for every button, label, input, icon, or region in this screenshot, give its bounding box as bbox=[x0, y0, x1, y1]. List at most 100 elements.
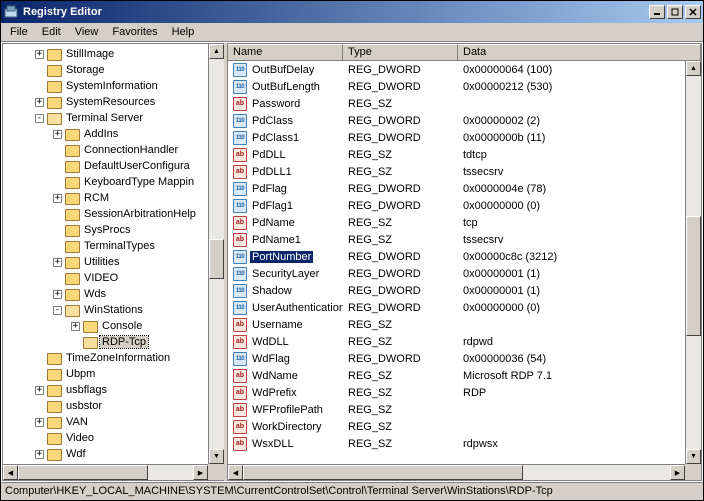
list-row[interactable]: WdNameREG_SZMicrosoft RDP 7.1 bbox=[228, 367, 701, 384]
tree-node[interactable]: Video bbox=[5, 430, 222, 446]
scroll-right-icon[interactable]: ▶ bbox=[193, 465, 208, 480]
tree-node[interactable]: SystemInformation bbox=[5, 78, 222, 94]
list-row[interactable]: OutBufDelayREG_DWORD0x00000064 (100) bbox=[228, 61, 701, 78]
expand-toggle-icon[interactable]: + bbox=[35, 386, 44, 395]
list-row[interactable]: WdDLLREG_SZrdpwd bbox=[228, 333, 701, 350]
tree-node[interactable]: Ubpm bbox=[5, 366, 222, 382]
key-tree[interactable]: +StillImage Storage SystemInformation+Syst… bbox=[2, 43, 224, 481]
list-row[interactable]: WdPrefixREG_SZRDP bbox=[228, 384, 701, 401]
column-header-data[interactable]: Data bbox=[458, 44, 701, 60]
tree-node[interactable]: +usbflags bbox=[5, 382, 222, 398]
list-row[interactable]: WorkDirectoryREG_SZ bbox=[228, 418, 701, 435]
value-data: 0x00000212 (530) bbox=[458, 81, 701, 93]
value-data: RDP bbox=[458, 387, 701, 399]
expand-toggle-icon[interactable]: + bbox=[35, 98, 44, 107]
value-type: REG_SZ bbox=[343, 149, 458, 161]
list-row[interactable]: PdClass1REG_DWORD0x0000000b (11) bbox=[228, 129, 701, 146]
list-row[interactable]: OutBufLengthREG_DWORD0x00000212 (530) bbox=[228, 78, 701, 95]
expand-toggle-icon[interactable]: + bbox=[35, 50, 44, 59]
menu-file[interactable]: File bbox=[3, 24, 35, 40]
tree-label: VAN bbox=[64, 416, 90, 428]
tree-node[interactable]: +Wds bbox=[5, 286, 222, 302]
list-row[interactable]: WdFlagREG_DWORD0x00000036 (54) bbox=[228, 350, 701, 367]
column-header-type[interactable]: Type bbox=[343, 44, 458, 60]
list-row[interactable]: WFProfilePathREG_SZ bbox=[228, 401, 701, 418]
value-name: Username bbox=[250, 319, 305, 331]
tree-node[interactable]: Storage bbox=[5, 62, 222, 78]
menu-favorites[interactable]: Favorites bbox=[105, 24, 164, 40]
expand-toggle-icon[interactable]: + bbox=[71, 322, 80, 331]
tree-node[interactable]: +Wdf bbox=[5, 446, 222, 462]
tree-node[interactable]: ConnectionHandler bbox=[5, 142, 222, 158]
tree-node[interactable]: SysProcs bbox=[5, 222, 222, 238]
list-row[interactable]: PdNameREG_SZtcp bbox=[228, 214, 701, 231]
list-row[interactable]: PasswordREG_SZ bbox=[228, 95, 701, 112]
tree-vertical-scrollbar[interactable]: ▲ ▼ bbox=[208, 44, 224, 464]
value-type: REG_SZ bbox=[343, 166, 458, 178]
list-row[interactable]: UsernameREG_SZ bbox=[228, 316, 701, 333]
value-data: 0x00000036 (54) bbox=[458, 353, 701, 365]
scroll-down-icon[interactable]: ▼ bbox=[209, 449, 224, 464]
tree-label: Storage bbox=[64, 64, 107, 76]
close-button[interactable] bbox=[685, 5, 701, 19]
menu-help[interactable]: Help bbox=[165, 24, 202, 40]
scroll-left-icon[interactable]: ◀ bbox=[228, 465, 243, 480]
expand-toggle-icon[interactable]: + bbox=[35, 418, 44, 427]
list-row[interactable]: ShadowREG_DWORD0x00000001 (1) bbox=[228, 282, 701, 299]
menu-view[interactable]: View bbox=[68, 24, 106, 40]
menu-edit[interactable]: Edit bbox=[35, 24, 68, 40]
list-row[interactable]: WsxDLLREG_SZrdpwsx bbox=[228, 435, 701, 452]
tree-label: KeyboardType Mappin bbox=[82, 176, 196, 188]
expand-toggle-icon[interactable]: + bbox=[53, 194, 62, 203]
maximize-button[interactable] bbox=[667, 5, 683, 19]
expand-toggle-icon[interactable]: + bbox=[53, 130, 62, 139]
list-row[interactable]: PdClassREG_DWORD0x00000002 (2) bbox=[228, 112, 701, 129]
tree-node[interactable]: SessionArbitrationHelp bbox=[5, 206, 222, 222]
list-row[interactable]: PdName1REG_SZtssecsrv bbox=[228, 231, 701, 248]
tree-node[interactable]: TimeZoneInformation bbox=[5, 350, 222, 366]
value-type: REG_SZ bbox=[343, 217, 458, 229]
list-row[interactable]: SecurityLayerREG_DWORD0x00000001 (1) bbox=[228, 265, 701, 282]
expand-toggle-icon[interactable]: + bbox=[53, 290, 62, 299]
list-row[interactable]: PdDLLREG_SZtdtcp bbox=[228, 146, 701, 163]
list-row[interactable]: PdFlag1REG_DWORD0x00000000 (0) bbox=[228, 197, 701, 214]
expand-toggle-icon[interactable]: - bbox=[53, 306, 62, 315]
value-name: WdFlag bbox=[250, 353, 292, 365]
tree-node[interactable]: +RCM bbox=[5, 190, 222, 206]
scroll-left-icon[interactable]: ◀ bbox=[3, 465, 18, 480]
tree-node[interactable]: -WinStations bbox=[5, 302, 222, 318]
tree-label: TerminalTypes bbox=[82, 240, 157, 252]
list-vertical-scrollbar[interactable]: ▲ ▼ bbox=[685, 61, 701, 464]
tree-node[interactable]: +Console bbox=[5, 318, 222, 334]
list-row[interactable]: PortNumberREG_DWORD0x00000c8c (3212) bbox=[228, 248, 701, 265]
tree-node[interactable]: + VAN bbox=[5, 414, 222, 430]
expand-toggle-icon[interactable]: - bbox=[35, 114, 44, 123]
tree-node[interactable]: KeyboardType Mappin bbox=[5, 174, 222, 190]
tree-node[interactable]: +SystemResources bbox=[5, 94, 222, 110]
tree-node[interactable]: -Terminal Server bbox=[5, 110, 222, 126]
expand-toggle-icon[interactable]: + bbox=[35, 450, 44, 459]
tree-node[interactable]: +Utilities bbox=[5, 254, 222, 270]
value-list[interactable]: Name Type Data OutBufDelayREG_DWORD0x000… bbox=[227, 43, 702, 481]
list-horizontal-scrollbar[interactable]: ◀ ▶ bbox=[228, 464, 685, 480]
tree-node[interactable]: DefaultUserConfigura bbox=[5, 158, 222, 174]
list-row[interactable]: PdFlagREG_DWORD0x0000004e (78) bbox=[228, 180, 701, 197]
expand-toggle-icon[interactable]: + bbox=[53, 258, 62, 267]
tree-node[interactable]: TerminalTypes bbox=[5, 238, 222, 254]
tree-node[interactable]: RDP-Tcp bbox=[5, 334, 222, 350]
tree-label: TimeZoneInformation bbox=[64, 352, 172, 364]
tree-horizontal-scrollbar[interactable]: ◀ ▶ bbox=[3, 464, 208, 480]
column-header-name[interactable]: Name bbox=[228, 44, 343, 60]
tree-node[interactable]: usbstor bbox=[5, 398, 222, 414]
tree-node[interactable]: +AddIns bbox=[5, 126, 222, 142]
scroll-up-icon[interactable]: ▲ bbox=[209, 44, 224, 59]
scroll-down-icon[interactable]: ▼ bbox=[686, 449, 701, 464]
scroll-up-icon[interactable]: ▲ bbox=[686, 61, 701, 76]
scroll-right-icon[interactable]: ▶ bbox=[670, 465, 685, 480]
tree-node[interactable]: +StillImage bbox=[5, 46, 222, 62]
minimize-button[interactable] bbox=[649, 5, 665, 19]
tree-node[interactable]: VIDEO bbox=[5, 270, 222, 286]
list-row[interactable]: PdDLL1REG_SZtssecsrv bbox=[228, 163, 701, 180]
binary-value-icon bbox=[233, 182, 247, 196]
list-row[interactable]: UserAuthenticationREG_DWORD0x00000000 (0… bbox=[228, 299, 701, 316]
